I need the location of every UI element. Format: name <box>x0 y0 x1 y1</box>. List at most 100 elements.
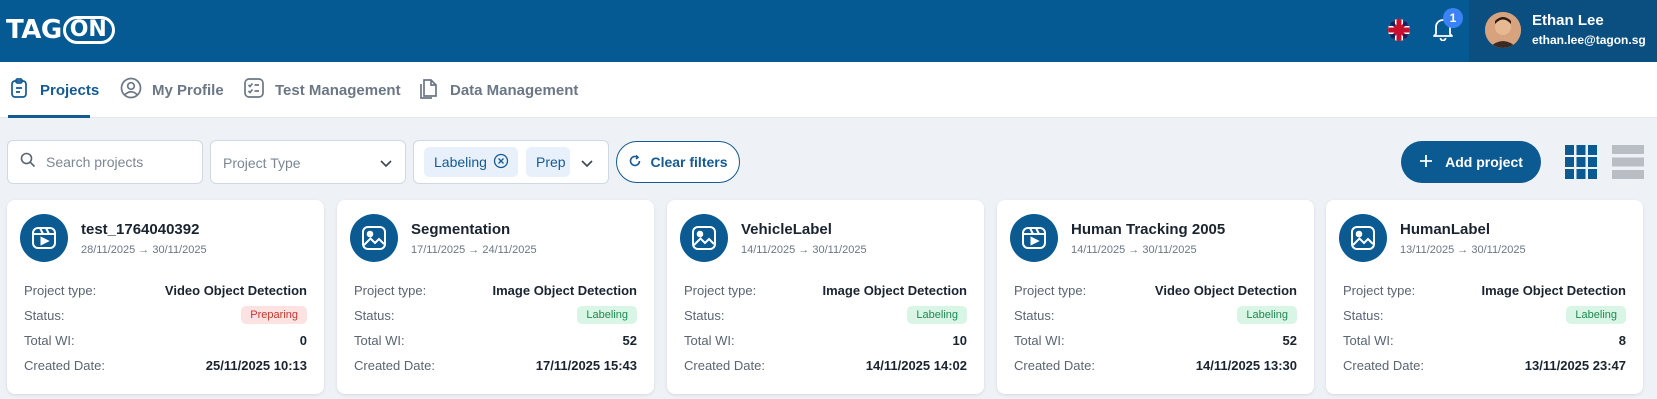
project-type-row: Project type: Image Object Detection <box>684 280 967 300</box>
total-wi-row: Total WI: 52 <box>354 330 637 350</box>
image-icon <box>1339 214 1387 262</box>
project-title: test_1764040392 <box>81 221 200 238</box>
project-type-row: Project type: Image Object Detection <box>354 280 637 300</box>
clear-filters-button[interactable]: Clear filters <box>616 141 740 183</box>
total-wi-label: Total WI: <box>24 332 75 348</box>
project-type-value: Video Object Detection <box>164 282 307 298</box>
add-project-label: Add project <box>1445 154 1523 170</box>
project-dates: 17/11/2025 → 24/11/2025 <box>411 244 537 256</box>
status-chip-preparing: Prep <box>526 147 570 177</box>
user-menu[interactable]: Ethan Lee ethan.lee@tagon.sg <box>1469 0 1657 62</box>
list-view-icon[interactable] <box>1612 145 1644 179</box>
notification-count-badge: 1 <box>1443 8 1463 28</box>
add-project-button[interactable]: Add project <box>1401 141 1541 183</box>
tab-my-profile[interactable]: My Profile <box>120 62 224 118</box>
image-icon <box>680 214 728 262</box>
project-card[interactable]: VehicleLabel 14/11/2025 → 30/11/2025 Pro… <box>667 200 984 394</box>
project-type-select[interactable]: Project Type <box>210 140 406 184</box>
uk-flag-icon[interactable] <box>1388 19 1410 41</box>
plus-icon <box>1419 154 1433 171</box>
clipboard-icon <box>8 77 30 103</box>
status-label: Status: <box>24 307 65 323</box>
project-card[interactable]: test_1764040392 28/11/2025 → 30/11/2025 … <box>7 200 324 394</box>
status-badge: Labeling <box>1566 306 1626 324</box>
tab-label: My Profile <box>152 81 224 99</box>
search-input[interactable] <box>46 154 186 170</box>
user-email: ethan.lee@tagon.sg <box>1532 33 1646 47</box>
project-type-value: Image Object Detection <box>492 282 637 298</box>
created-date-row: Created Date: 14/11/2025 14:02 <box>684 355 967 375</box>
created-date-row: Created Date: 14/11/2025 13:30 <box>1014 355 1297 375</box>
created-date-label: Created Date: <box>354 357 435 373</box>
project-dates: 13/11/2025 → 30/11/2025 <box>1400 244 1526 256</box>
created-date-row: Created Date: 17/11/2025 15:43 <box>354 355 637 375</box>
project-type-placeholder: Project Type <box>223 155 301 171</box>
total-wi-label: Total WI: <box>354 332 405 348</box>
created-date-value: 14/11/2025 14:02 <box>865 357 967 373</box>
total-wi-value: 10 <box>952 332 967 348</box>
project-title: Segmentation <box>411 221 511 238</box>
status-select[interactable]: Labeling Prep <box>413 140 609 184</box>
status-badge: Labeling <box>1237 306 1297 324</box>
tab-data-management[interactable]: Data Management <box>418 62 578 118</box>
project-type-label: Project type: <box>1343 282 1416 298</box>
chevron-down-icon <box>378 155 394 171</box>
project-type-row: Project type: Video Object Detection <box>1014 280 1297 300</box>
avatar <box>1485 12 1521 48</box>
created-date-row: Created Date: 25/11/2025 10:13 <box>24 355 307 375</box>
project-dates: 14/11/2025 → 30/11/2025 <box>1071 244 1197 256</box>
main-tabs: Projects My Profile Test Management Data… <box>0 62 1657 118</box>
logo-text: TAG <box>6 15 62 45</box>
grid-view-icon[interactable] <box>1565 145 1597 179</box>
status-row: Status: Labeling <box>1014 305 1297 325</box>
remove-chip-icon[interactable] <box>493 153 509 172</box>
project-type-label: Project type: <box>354 282 427 298</box>
total-wi-row: Total WI: 0 <box>24 330 307 350</box>
project-type-value: Video Object Detection <box>1154 282 1297 298</box>
status-row: Status: Labeling <box>1343 305 1626 325</box>
tagon-logo[interactable]: TAG ON <box>6 16 115 44</box>
total-wi-value: 0 <box>299 332 307 348</box>
checklist-icon <box>243 77 265 103</box>
total-wi-row: Total WI: 10 <box>684 330 967 350</box>
search-box <box>7 140 203 184</box>
tab-test-management[interactable]: Test Management <box>243 62 401 118</box>
created-date-label: Created Date: <box>24 357 105 373</box>
chip-label: Labeling <box>434 154 487 170</box>
created-date-value: 25/11/2025 10:13 <box>205 357 307 373</box>
chevron-down-icon <box>579 155 595 171</box>
project-type-value: Image Object Detection <box>822 282 967 298</box>
image-icon <box>350 214 398 262</box>
project-dates: 28/11/2025 → 30/11/2025 <box>81 244 207 256</box>
total-wi-row: Total WI: 52 <box>1014 330 1297 350</box>
project-type-row: Project type: Video Object Detection <box>24 280 307 300</box>
refresh-icon <box>628 154 642 171</box>
project-card[interactable]: Human Tracking 2005 14/11/2025 → 30/11/2… <box>997 200 1314 394</box>
video-icon <box>20 214 68 262</box>
status-label: Status: <box>1014 307 1055 323</box>
project-card[interactable]: Segmentation 17/11/2025 → 24/11/2025 Pro… <box>337 200 654 394</box>
project-title: VehicleLabel <box>741 221 832 238</box>
tab-projects[interactable]: Projects <box>8 62 99 118</box>
created-date-value: 13/11/2025 23:47 <box>1524 357 1626 373</box>
project-type-value: Image Object Detection <box>1481 282 1626 298</box>
status-row: Status: Labeling <box>684 305 967 325</box>
project-type-label: Project type: <box>684 282 757 298</box>
top-header: TAG ON 1 Ethan Lee ethan.lee@tagon.sg <box>0 0 1657 62</box>
project-type-label: Project type: <box>24 282 97 298</box>
status-label: Status: <box>354 307 395 323</box>
status-badge: Labeling <box>577 306 637 324</box>
project-card[interactable]: HumanLabel 13/11/2025 → 30/11/2025 Proje… <box>1326 200 1643 394</box>
created-date-label: Created Date: <box>1343 357 1424 373</box>
tab-label: Projects <box>40 81 100 99</box>
user-name: Ethan Lee <box>1532 12 1604 29</box>
tab-label: Test Management <box>275 81 401 99</box>
data-icon <box>418 77 440 103</box>
active-tab-indicator <box>8 115 90 118</box>
project-title: HumanLabel <box>1400 221 1491 238</box>
created-date-value: 17/11/2025 15:43 <box>535 357 637 373</box>
project-title: Human Tracking 2005 <box>1071 221 1226 238</box>
logo-pill: ON <box>62 16 115 44</box>
created-date-value: 14/11/2025 13:30 <box>1195 357 1297 373</box>
search-icon <box>20 152 36 173</box>
